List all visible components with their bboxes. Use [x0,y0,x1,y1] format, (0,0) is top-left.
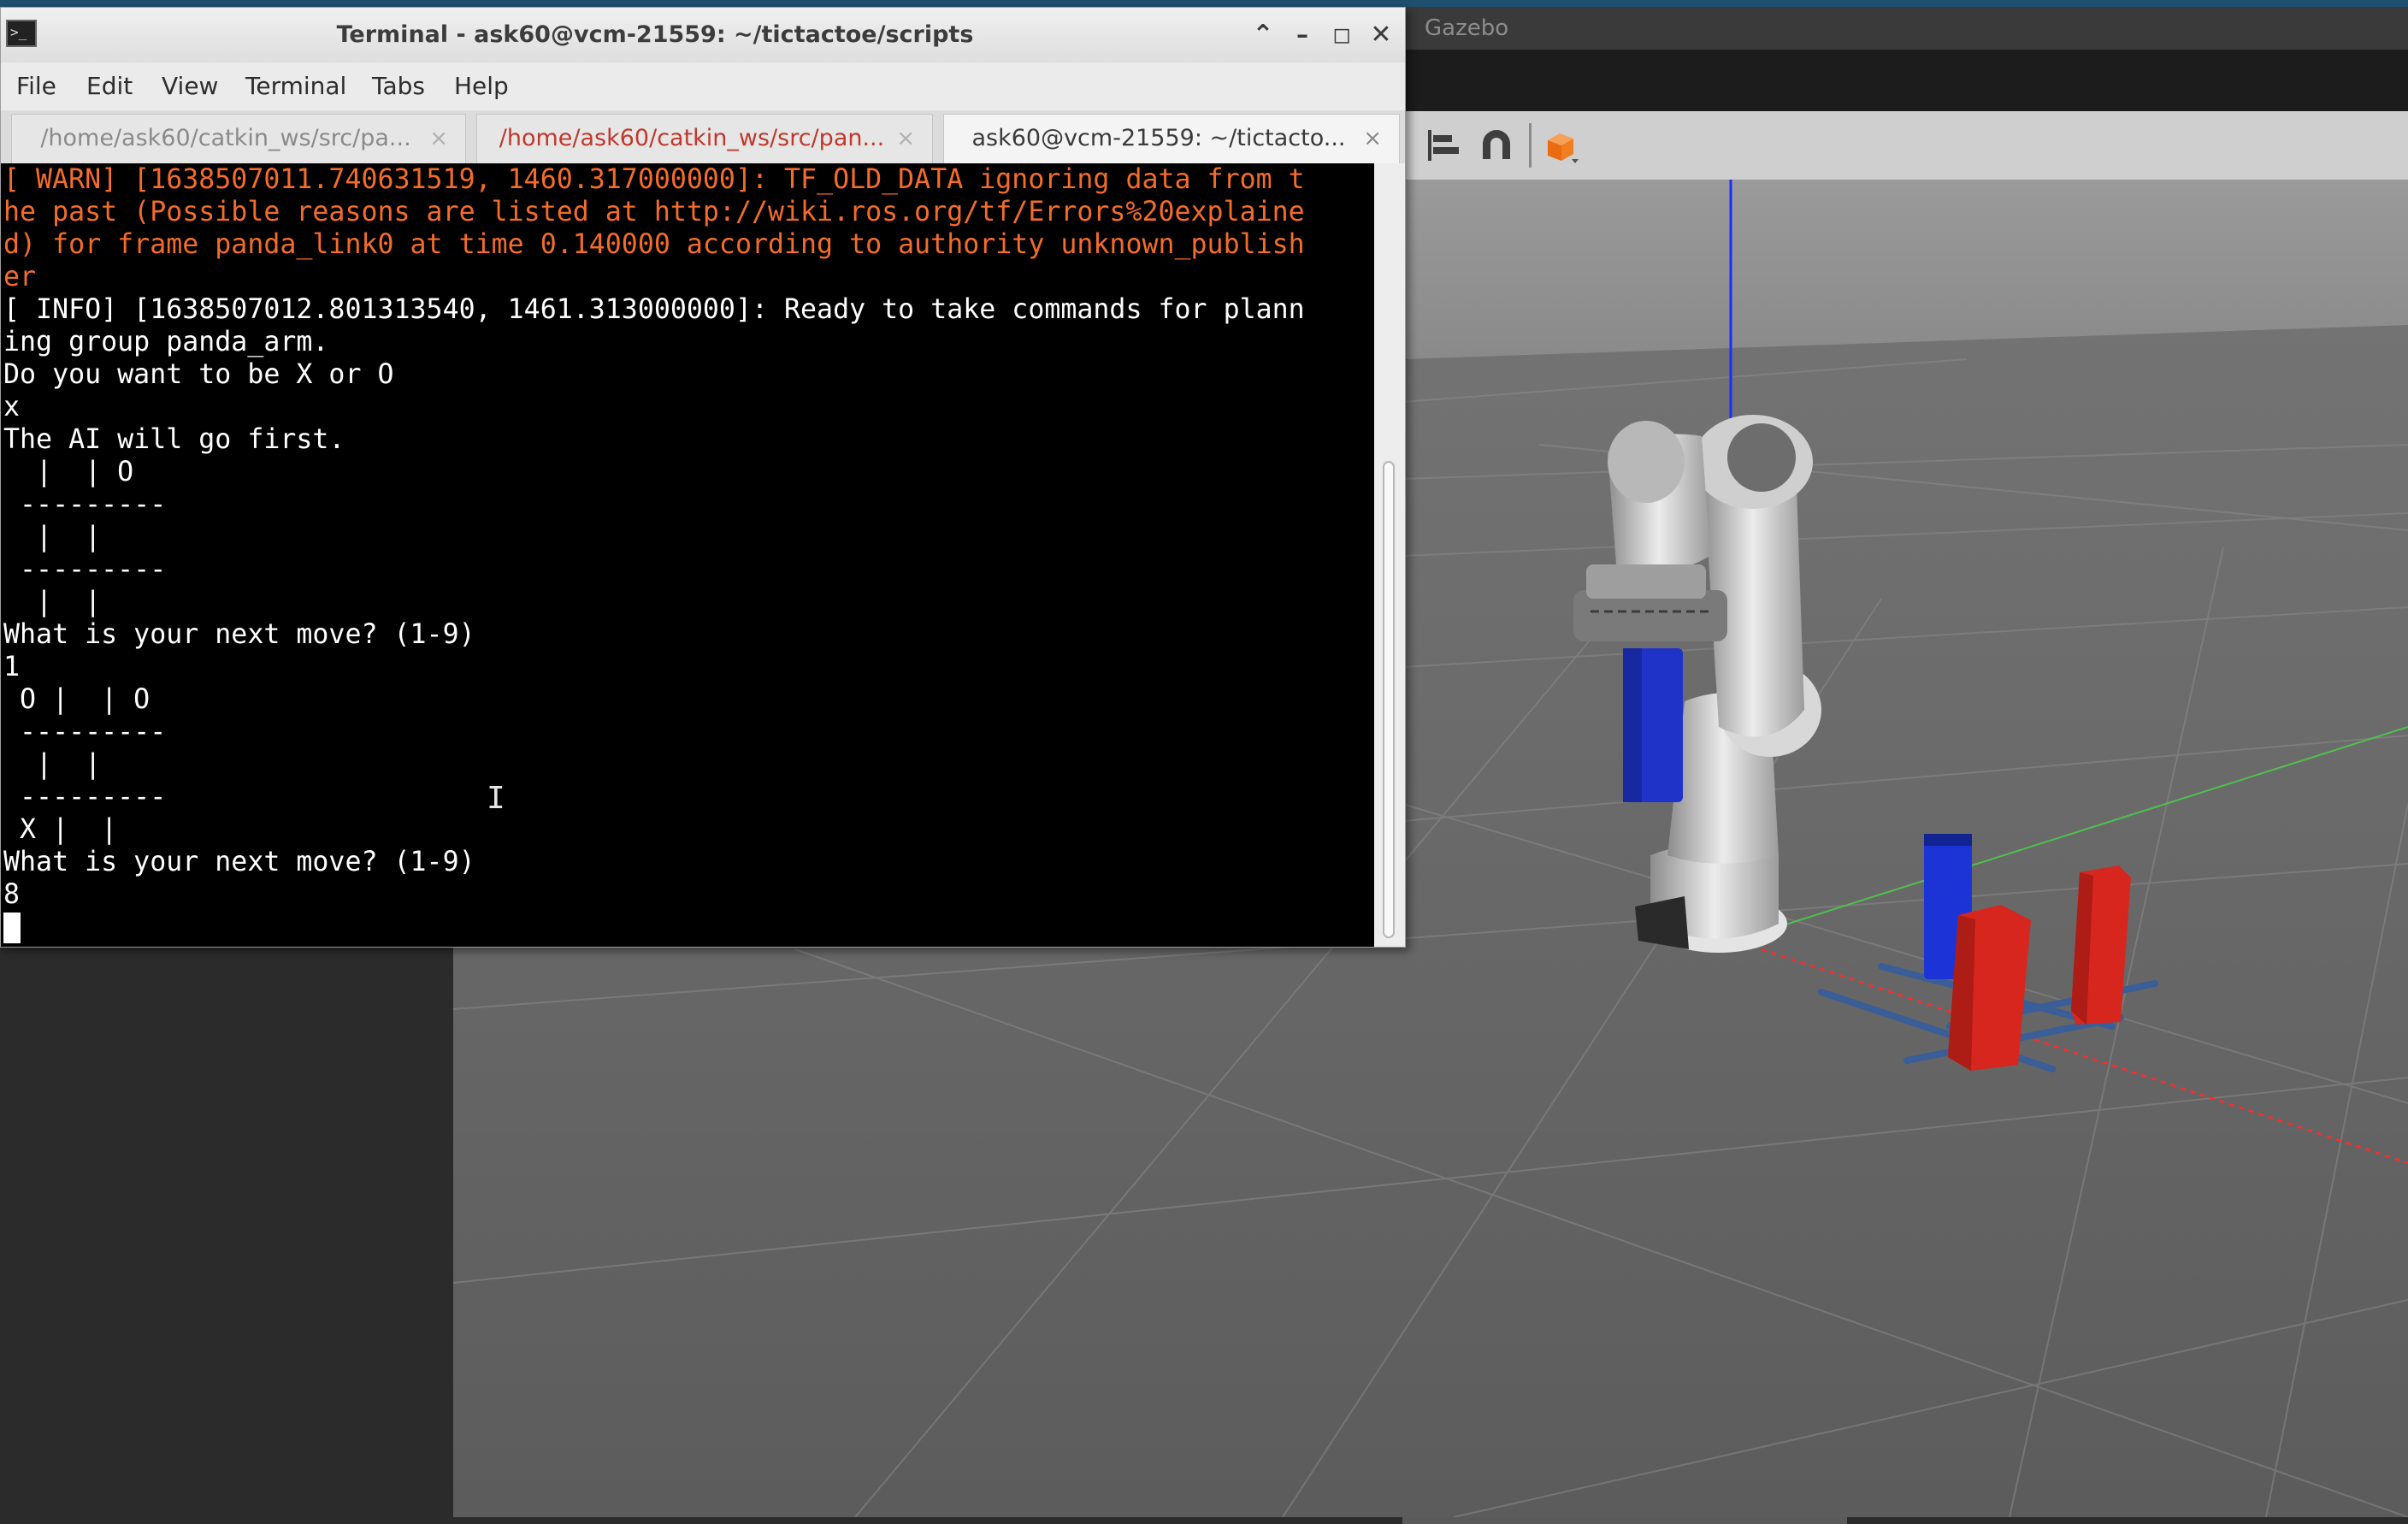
tab-catkin-ws-1[interactable]: /home/ask60/catkin_ws/src/pa... × [11,114,466,163]
terminal-title: Terminal - ask60@vcm-21559: ~/tictactoe/… [336,21,974,48]
warn-line: d) for frame panda_link0 at time 0.14000… [3,229,1305,260]
board-divider: --------- [3,782,167,812]
tab-close-icon[interactable]: × [896,115,915,162]
maximize-icon[interactable]: ◻ [1323,16,1360,54]
output-line: Do you want to be X or O [3,359,394,390]
terminal-tabbar: /home/ask60/catkin_ws/src/pa... × /home/… [1,110,1405,165]
tab-catkin-ws-2[interactable]: /home/ask60/catkin_ws/src/pan... × [476,114,933,163]
board-row: | | [3,522,102,552]
output-line: [ INFO] [1638507012.801313540, 1461.3130… [3,294,1305,325]
warn-line: he past (Possible reasons are listed at … [3,197,1305,227]
output-line: ing group panda_arm. [3,327,329,357]
tab-label: /home/ask60/catkin_ws/src/pan... [499,125,885,151]
terminal-output-area[interactable]: [ WARN] [1638507011.740631519, 1460.3170… [1,163,1374,947]
tab-close-icon[interactable]: × [1363,115,1382,162]
terminal-window[interactable]: >_ Terminal - ask60@vcm-21559: ~/tictact… [0,7,1406,948]
output-line: 1 [3,652,21,682]
board-row: O | | O [3,684,150,715]
menu-file[interactable]: File [16,62,56,110]
scrollbar-thumb[interactable] [1383,461,1395,938]
menu-view[interactable]: View [162,62,218,110]
chevron-up-icon[interactable]: ⌃ [1244,16,1282,54]
output-line: The AI will go first. [3,424,345,455]
board-divider: --------- [3,554,167,585]
board-row: | | [3,587,102,617]
output-line: 8 [3,879,21,910]
board-row: X | | [3,814,118,845]
text-cursor [3,913,21,943]
warn-line: er [3,262,37,292]
menu-terminal[interactable]: Terminal [245,62,346,110]
ibeam-cursor-icon: I [487,781,505,816]
board-divider: --------- [3,717,167,747]
output-line: What is your next move? (1-9) [3,847,475,877]
close-icon[interactable]: ✕ [1362,16,1400,54]
terminal-scrollbar[interactable] [1374,163,1405,947]
output-line: What is your next move? (1-9) [3,619,475,650]
warn-line: [ WARN] [1638507011.740631519, 1460.3170… [3,164,1305,195]
menu-help[interactable]: Help [454,62,509,110]
board-row: | | O [3,457,134,487]
tab-tictactoe-active[interactable]: ask60@vcm-21559: ~/tictacto... × [943,114,1400,165]
tab-label: ask60@vcm-21559: ~/tictacto... [971,125,1346,151]
menu-tabs[interactable]: Tabs [372,62,425,110]
menu-edit[interactable]: Edit [86,62,133,110]
tab-close-icon[interactable]: × [429,115,448,162]
output-line: x [3,392,21,422]
terminal-output: [ WARN] [1638507011.740631519, 1460.3170… [3,163,1305,911]
minimize-icon[interactable]: – [1284,16,1321,54]
tab-label: /home/ask60/catkin_ws/src/pa... [40,125,411,151]
board-divider: --------- [3,489,167,520]
terminal-menubar: File Edit View Terminal Tabs Help [1,62,1405,110]
terminal-titlebar[interactable]: >_ Terminal - ask60@vcm-21559: ~/tictact… [1,8,1405,62]
board-row: | | [3,749,102,780]
